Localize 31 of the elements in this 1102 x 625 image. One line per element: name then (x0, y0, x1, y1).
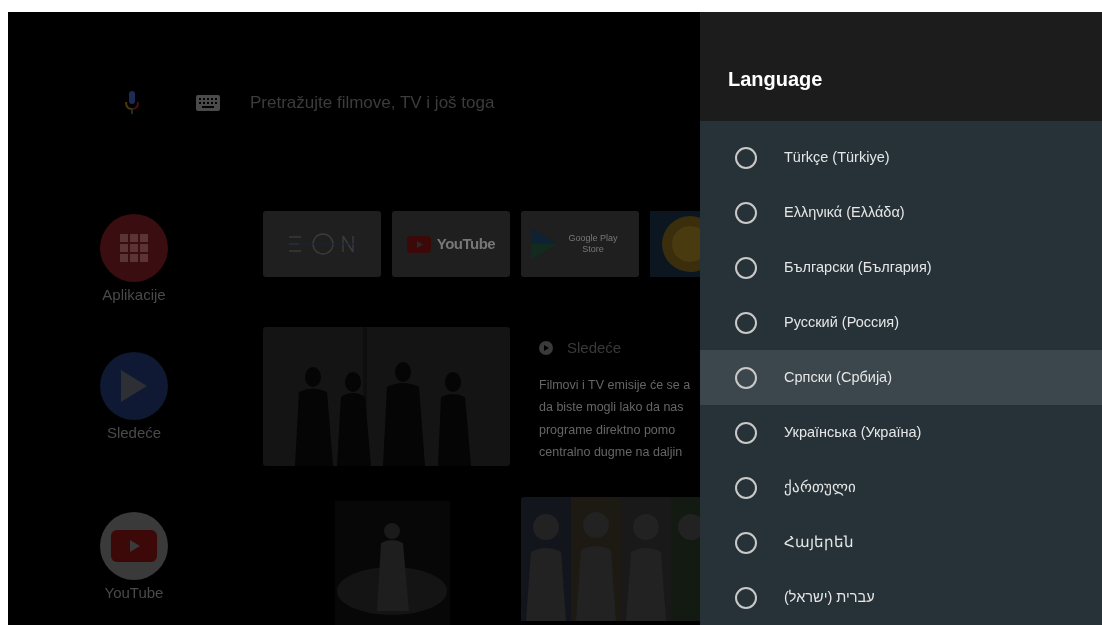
language-option[interactable]: Українська (Україна) (700, 405, 1102, 460)
panel-title: Language (728, 66, 823, 91)
app-tile[interactable]: Google Play Store (521, 211, 639, 277)
language-option[interactable]: עברית (ישראל) (700, 570, 1102, 625)
app-label: YouTube (104, 584, 164, 601)
language-option[interactable]: Русский (Россия) (700, 295, 1102, 350)
radio-button[interactable] (734, 255, 758, 280)
description-text: Filmovi i TV emisije će se a da biste mogli lako da nas programe direktno pomo centralno dugme na daljin (539, 376, 691, 461)
radio-button[interactable] (734, 420, 758, 445)
language-option[interactable]: Српски (Србија) (700, 350, 1102, 405)
radio-button[interactable] (734, 145, 758, 170)
radio-button[interactable] (734, 475, 758, 500)
app-tile[interactable] (263, 211, 381, 277)
language-option[interactable]: Ελληνικά (Ελλάδα) (700, 185, 1102, 240)
language-option[interactable]: Türkçe (Türkiye) (700, 130, 1102, 185)
language-option[interactable]: ქართული (700, 460, 1102, 515)
grid-icon (120, 234, 148, 262)
language-option[interactable]: Български (България) (700, 240, 1102, 295)
language-option[interactable]: Հայերեն (700, 515, 1102, 570)
app-tile[interactable]: YouTube (392, 211, 510, 277)
radio-button[interactable] (734, 365, 758, 390)
radio-button[interactable] (734, 310, 758, 335)
logo-icon (287, 232, 357, 256)
radio-button[interactable] (734, 585, 758, 610)
microphone-icon[interactable] (125, 91, 139, 115)
app-label: Sledeće (106, 424, 162, 441)
radio-button[interactable] (734, 200, 758, 225)
app-label: Aplikacije (102, 286, 166, 303)
keyboard-icon[interactable] (196, 95, 220, 111)
section-title: Sledeće (567, 338, 622, 358)
radio-button[interactable] (734, 530, 758, 555)
